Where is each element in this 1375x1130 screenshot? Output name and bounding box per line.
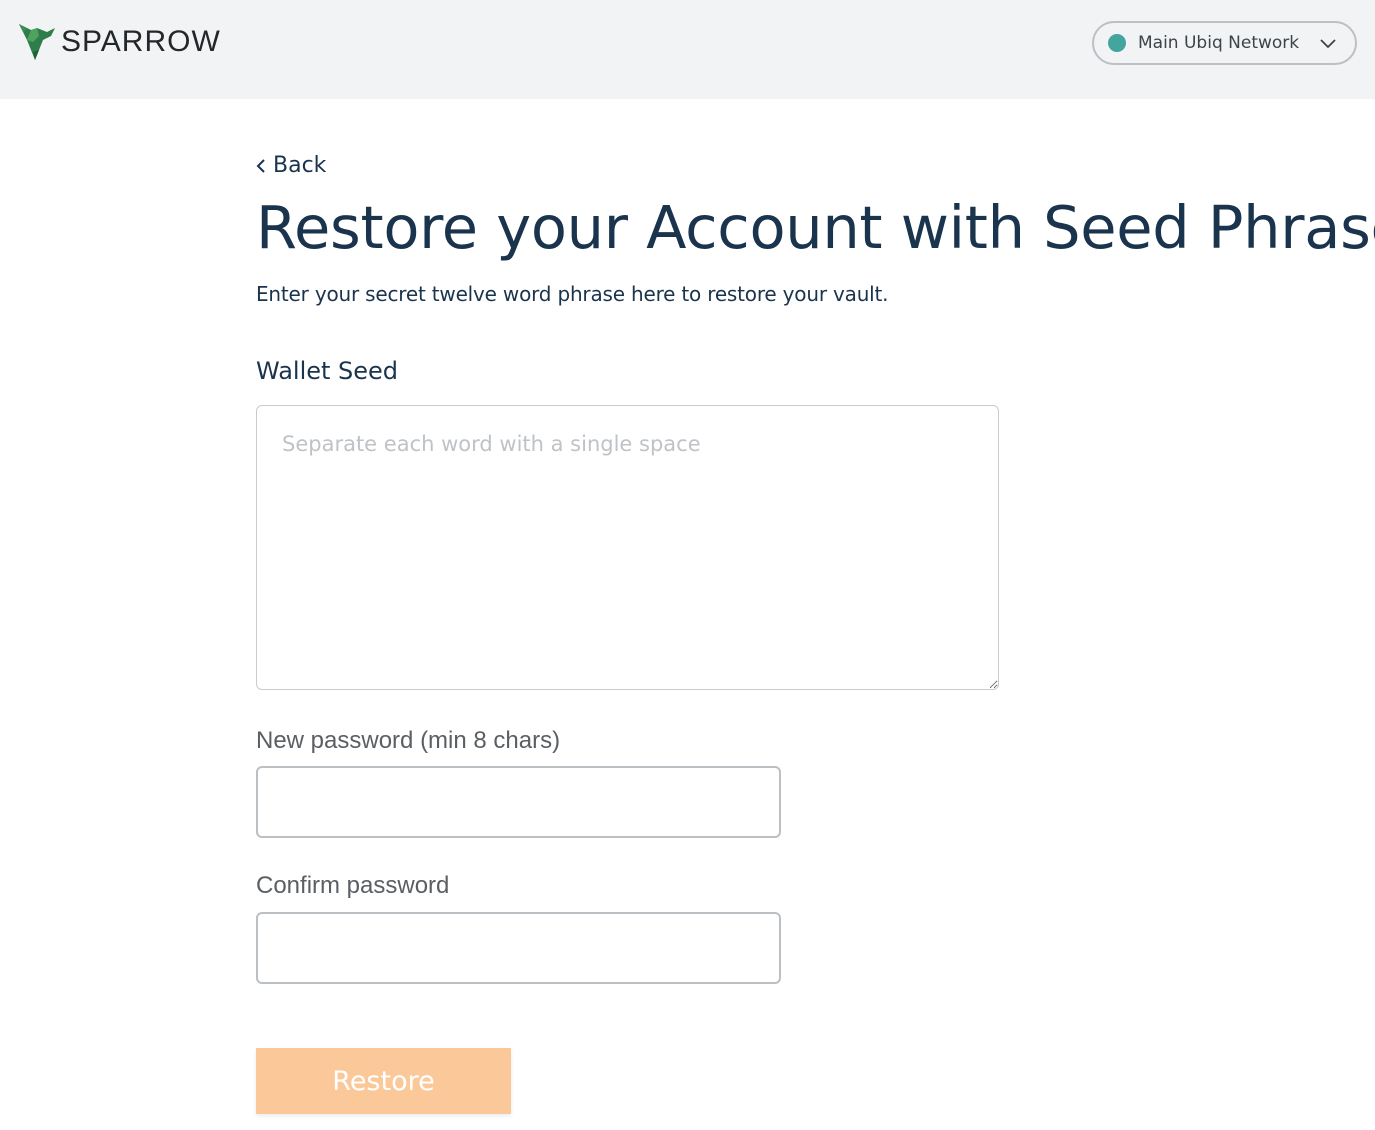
confirm-password-field[interactable] (256, 912, 781, 984)
app-header: SPARROW Main Ubiq Network (0, 0, 1375, 99)
back-label: Back (273, 153, 327, 178)
new-password-field[interactable] (256, 766, 781, 838)
new-password-label: New password (min 8 chars) (256, 727, 561, 754)
page-subtitle: Enter your secret twelve word phrase her… (256, 282, 889, 306)
network-label: Main Ubiq Network (1138, 33, 1300, 53)
chevron-left-icon (256, 158, 265, 173)
back-link[interactable]: Back (256, 153, 326, 178)
logo-text: SPARROW (61, 25, 221, 58)
chevron-down-icon (1320, 39, 1336, 49)
sparrow-logo[interactable]: SPARROW (17, 20, 221, 64)
wallet-seed-input[interactable] (256, 405, 999, 690)
network-selector[interactable]: Main Ubiq Network (1092, 21, 1357, 65)
sparrow-bird-icon (19, 24, 55, 60)
status-dot-icon (1108, 34, 1126, 52)
page-title: Restore your Account with Seed Phrase (256, 193, 1375, 262)
restore-button[interactable]: Restore (256, 1048, 511, 1114)
wallet-seed-label: Wallet Seed (256, 357, 399, 385)
confirm-password-label: Confirm password (256, 872, 450, 899)
